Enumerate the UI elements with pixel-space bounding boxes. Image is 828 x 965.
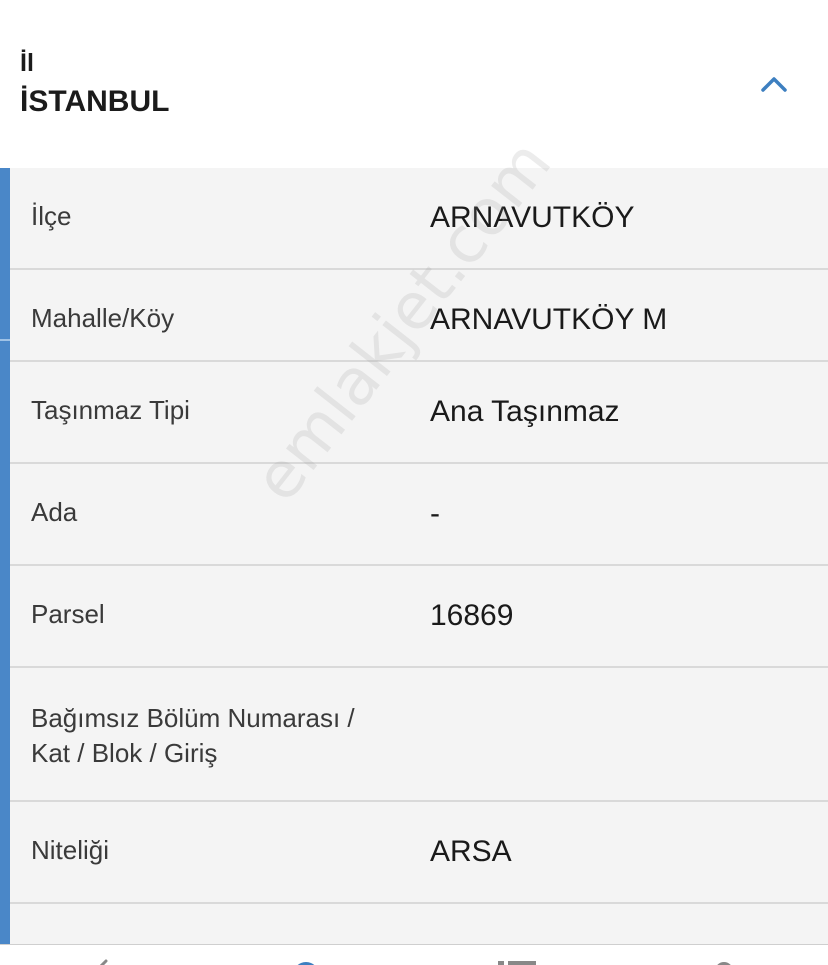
row-key: İlçe (31, 201, 72, 231)
detail-row-next (10, 904, 828, 944)
detail-list: İlçe ARNAVUTKÖY Mahalle/Köy ARNAVUTKÖY M… (10, 168, 828, 944)
row-key: Ada (31, 497, 78, 527)
accent-notch (0, 339, 10, 341)
section-accent-bar (0, 168, 10, 944)
row-key: Bağımsız Bölüm Numarası / (31, 703, 355, 733)
chevron-up-icon (761, 77, 787, 92)
row-value: - (430, 497, 440, 530)
collapse-button[interactable] (752, 64, 796, 104)
detail-row-bagimsiz-bolum: Bağımsız Bölüm Numarası / Kat / Blok / G… (10, 668, 828, 802)
row-value: ARNAVUTKÖY M (430, 303, 668, 336)
row-value: Ana Taşınmaz (430, 395, 620, 428)
province-value: İSTANBUL (20, 85, 170, 118)
detail-row-ilce: İlçe ARNAVUTKÖY (10, 168, 828, 270)
row-value: 16869 (430, 599, 514, 632)
property-detail-page: İl İSTANBUL İlçe ARNAVUTKÖY Mahalle/Köy … (0, 0, 828, 965)
row-key-line2: Kat / Blok / Giriş (31, 738, 218, 768)
row-value: ARNAVUTKÖY (430, 201, 635, 234)
accordion-header[interactable]: İl İSTANBUL (0, 0, 828, 168)
detail-row-niteligi: Niteliği ARSA (10, 802, 828, 904)
province-label: İl (20, 49, 34, 77)
detail-row-ada: Ada - (10, 464, 828, 566)
row-key: Parsel (31, 599, 105, 629)
info-icon[interactable] (290, 959, 322, 965)
detail-row-parsel: Parsel 16869 (10, 566, 828, 668)
list-icon[interactable] (496, 959, 540, 965)
row-key: Taşınmaz Tipi (31, 395, 190, 425)
profile-icon[interactable] (712, 959, 736, 965)
row-key: Mahalle/Köy (31, 303, 175, 333)
row-value: ARSA (430, 835, 512, 868)
detail-row-tasinmaz-tipi: Taşınmaz Tipi Ana Taşınmaz (10, 362, 828, 464)
bottom-tab-bar (0, 944, 828, 965)
row-key: Niteliği (31, 835, 110, 865)
detail-row-mahalle: Mahalle/Köy ARNAVUTKÖY M (10, 270, 828, 362)
back-icon[interactable] (92, 959, 112, 965)
